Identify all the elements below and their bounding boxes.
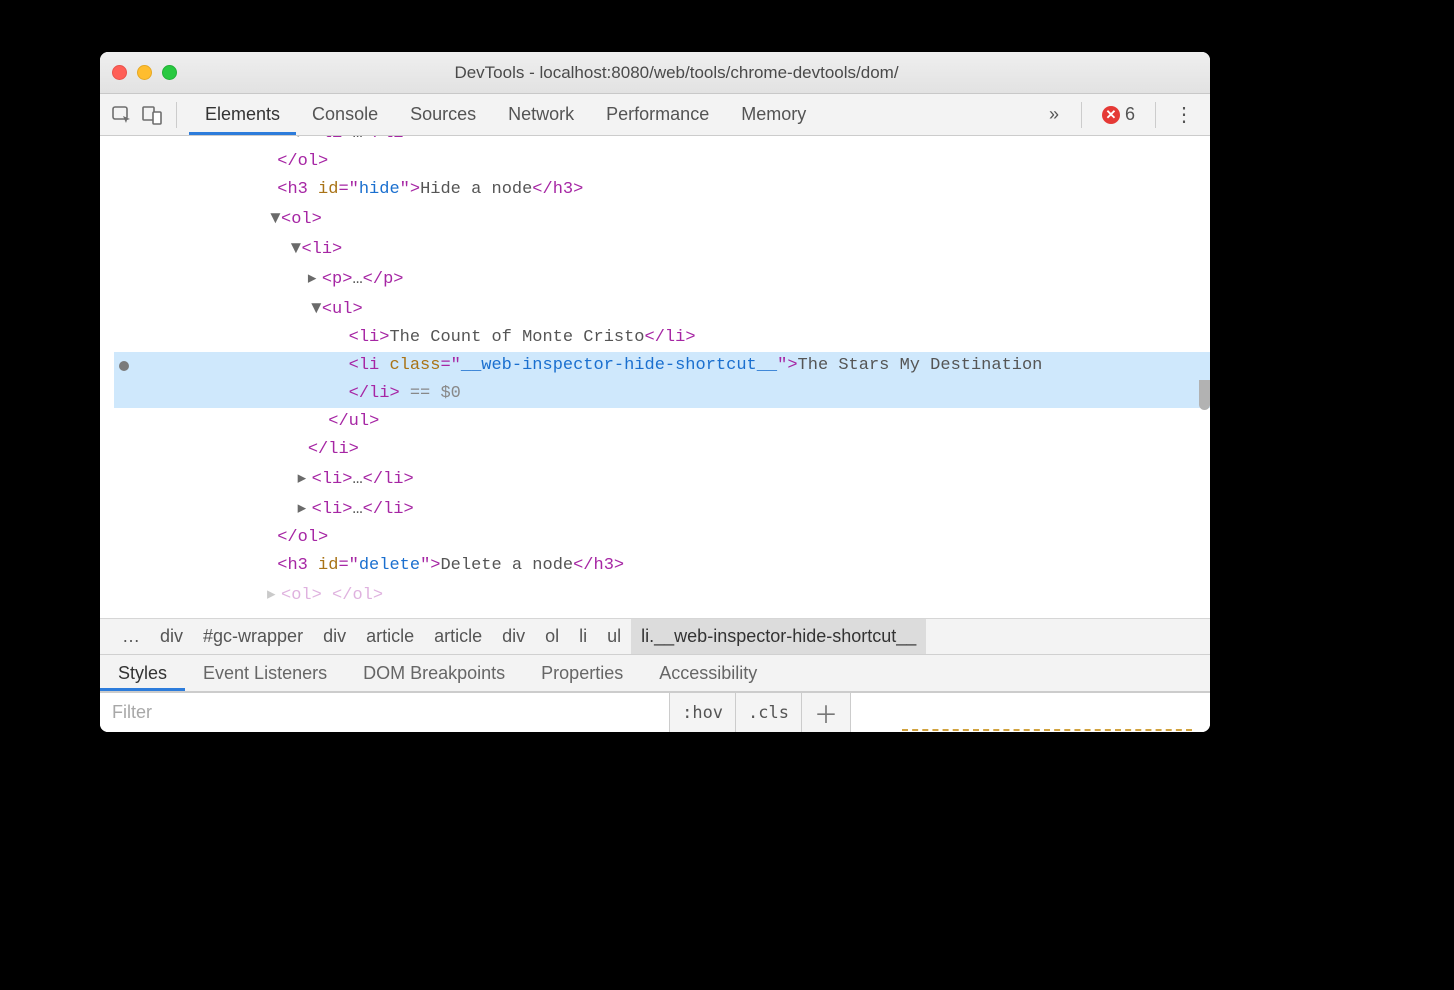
titlebar: DevTools - localhost:8080/web/tools/chro… [100, 52, 1210, 94]
tabs-overflow-icon[interactable]: » [1039, 104, 1069, 125]
crumb-item[interactable]: article [356, 619, 424, 654]
crumb-item[interactable]: article [424, 619, 492, 654]
minimize-window-button[interactable] [137, 65, 152, 80]
elements-dom-tree[interactable]: ▸<li …</li> </ol> <h3 id="hide">Hide a n… [100, 136, 1210, 618]
crumb-item[interactable]: li [569, 619, 597, 654]
device-toggle-icon[interactable] [140, 104, 164, 126]
subtab-accessibility[interactable]: Accessibility [641, 655, 775, 691]
separator [1155, 102, 1156, 128]
dom-node[interactable]: </ol> [114, 524, 1210, 552]
error-badge-icon: ✕ [1102, 106, 1120, 124]
tab-performance[interactable]: Performance [590, 94, 725, 135]
styles-filter-input[interactable] [100, 693, 669, 732]
breadcrumb[interactable]: … div #gc-wrapper div article article di… [100, 618, 1210, 654]
tab-console[interactable]: Console [296, 94, 394, 135]
error-count: 6 [1125, 104, 1135, 125]
maximize-window-button[interactable] [162, 65, 177, 80]
dom-node[interactable]: ▼<li> [114, 234, 1210, 264]
subtab-dom-breakpoints[interactable]: DOM Breakpoints [345, 655, 523, 691]
dom-node[interactable]: </ul> [114, 408, 1210, 436]
crumb-item[interactable]: ol [535, 619, 569, 654]
hidden-node-indicator-icon [119, 361, 129, 371]
subtab-event-listeners[interactable]: Event Listeners [185, 655, 345, 691]
close-window-button[interactable] [112, 65, 127, 80]
styles-filter-bar: :hov .cls ＋ [100, 692, 1210, 732]
crumb-item-selected[interactable]: li.__web-inspector-hide-shortcut__ [631, 619, 926, 654]
hov-toggle[interactable]: :hov [669, 693, 735, 732]
box-model-pane [850, 693, 1210, 732]
separator [176, 102, 177, 128]
dom-node[interactable]: <h3 id="hide">Hide a node</h3> [114, 176, 1210, 204]
box-model-margin-edge [902, 729, 1192, 732]
dom-node[interactable]: <li>The Count of Monte Cristo</li> [114, 324, 1210, 352]
dom-node[interactable]: ▸<li>…</li> [114, 464, 1210, 494]
error-counter[interactable]: ✕ 6 [1094, 104, 1143, 125]
dom-node[interactable]: ▸<p>…</p> [114, 264, 1210, 294]
crumb-item[interactable]: div [150, 619, 193, 654]
cls-toggle[interactable]: .cls [735, 693, 801, 732]
window-controls [112, 65, 177, 80]
main-toolbar: Elements Console Sources Network Perform… [100, 94, 1210, 136]
crumb-item[interactable]: ul [597, 619, 631, 654]
inspect-element-icon[interactable] [110, 104, 134, 126]
tab-sources[interactable]: Sources [394, 94, 492, 135]
dom-node-selected[interactable]: <li class="__web-inspector-hide-shortcut… [114, 352, 1210, 380]
crumb-item[interactable]: div [492, 619, 535, 654]
styles-subtabs: Styles Event Listeners DOM Breakpoints P… [100, 654, 1210, 692]
dom-node[interactable]: ▸<li>…</li> [114, 494, 1210, 524]
crumb-item[interactable]: div [313, 619, 356, 654]
dom-node[interactable]: <h3 id="delete">Delete a node</h3> [114, 552, 1210, 580]
tab-elements[interactable]: Elements [189, 94, 296, 135]
devtools-window: DevTools - localhost:8080/web/tools/chro… [100, 52, 1210, 732]
tab-network[interactable]: Network [492, 94, 590, 135]
subtab-properties[interactable]: Properties [523, 655, 641, 691]
kebab-menu-icon[interactable]: ⋮ [1168, 102, 1200, 127]
new-style-rule-icon[interactable]: ＋ [801, 693, 850, 732]
dom-node[interactable]: ▸<ol> </ol> [114, 580, 1210, 610]
dom-node[interactable]: </li> [114, 436, 1210, 464]
dom-node[interactable]: ▸<li …</li> [114, 136, 1210, 148]
dom-node-selected-tail[interactable]: </li> == $0 [114, 380, 1210, 408]
subtab-styles[interactable]: Styles [100, 655, 185, 691]
tab-memory[interactable]: Memory [725, 94, 822, 135]
crumb-item[interactable]: #gc-wrapper [193, 619, 313, 654]
dom-node[interactable]: </ol> [114, 148, 1210, 176]
dom-node[interactable]: ▼<ul> [114, 294, 1210, 324]
separator [1081, 102, 1082, 128]
window-title: DevTools - localhost:8080/web/tools/chro… [195, 63, 1198, 83]
dom-node[interactable]: ▼<ol> [114, 204, 1210, 234]
crumb-overflow[interactable]: … [112, 619, 150, 654]
